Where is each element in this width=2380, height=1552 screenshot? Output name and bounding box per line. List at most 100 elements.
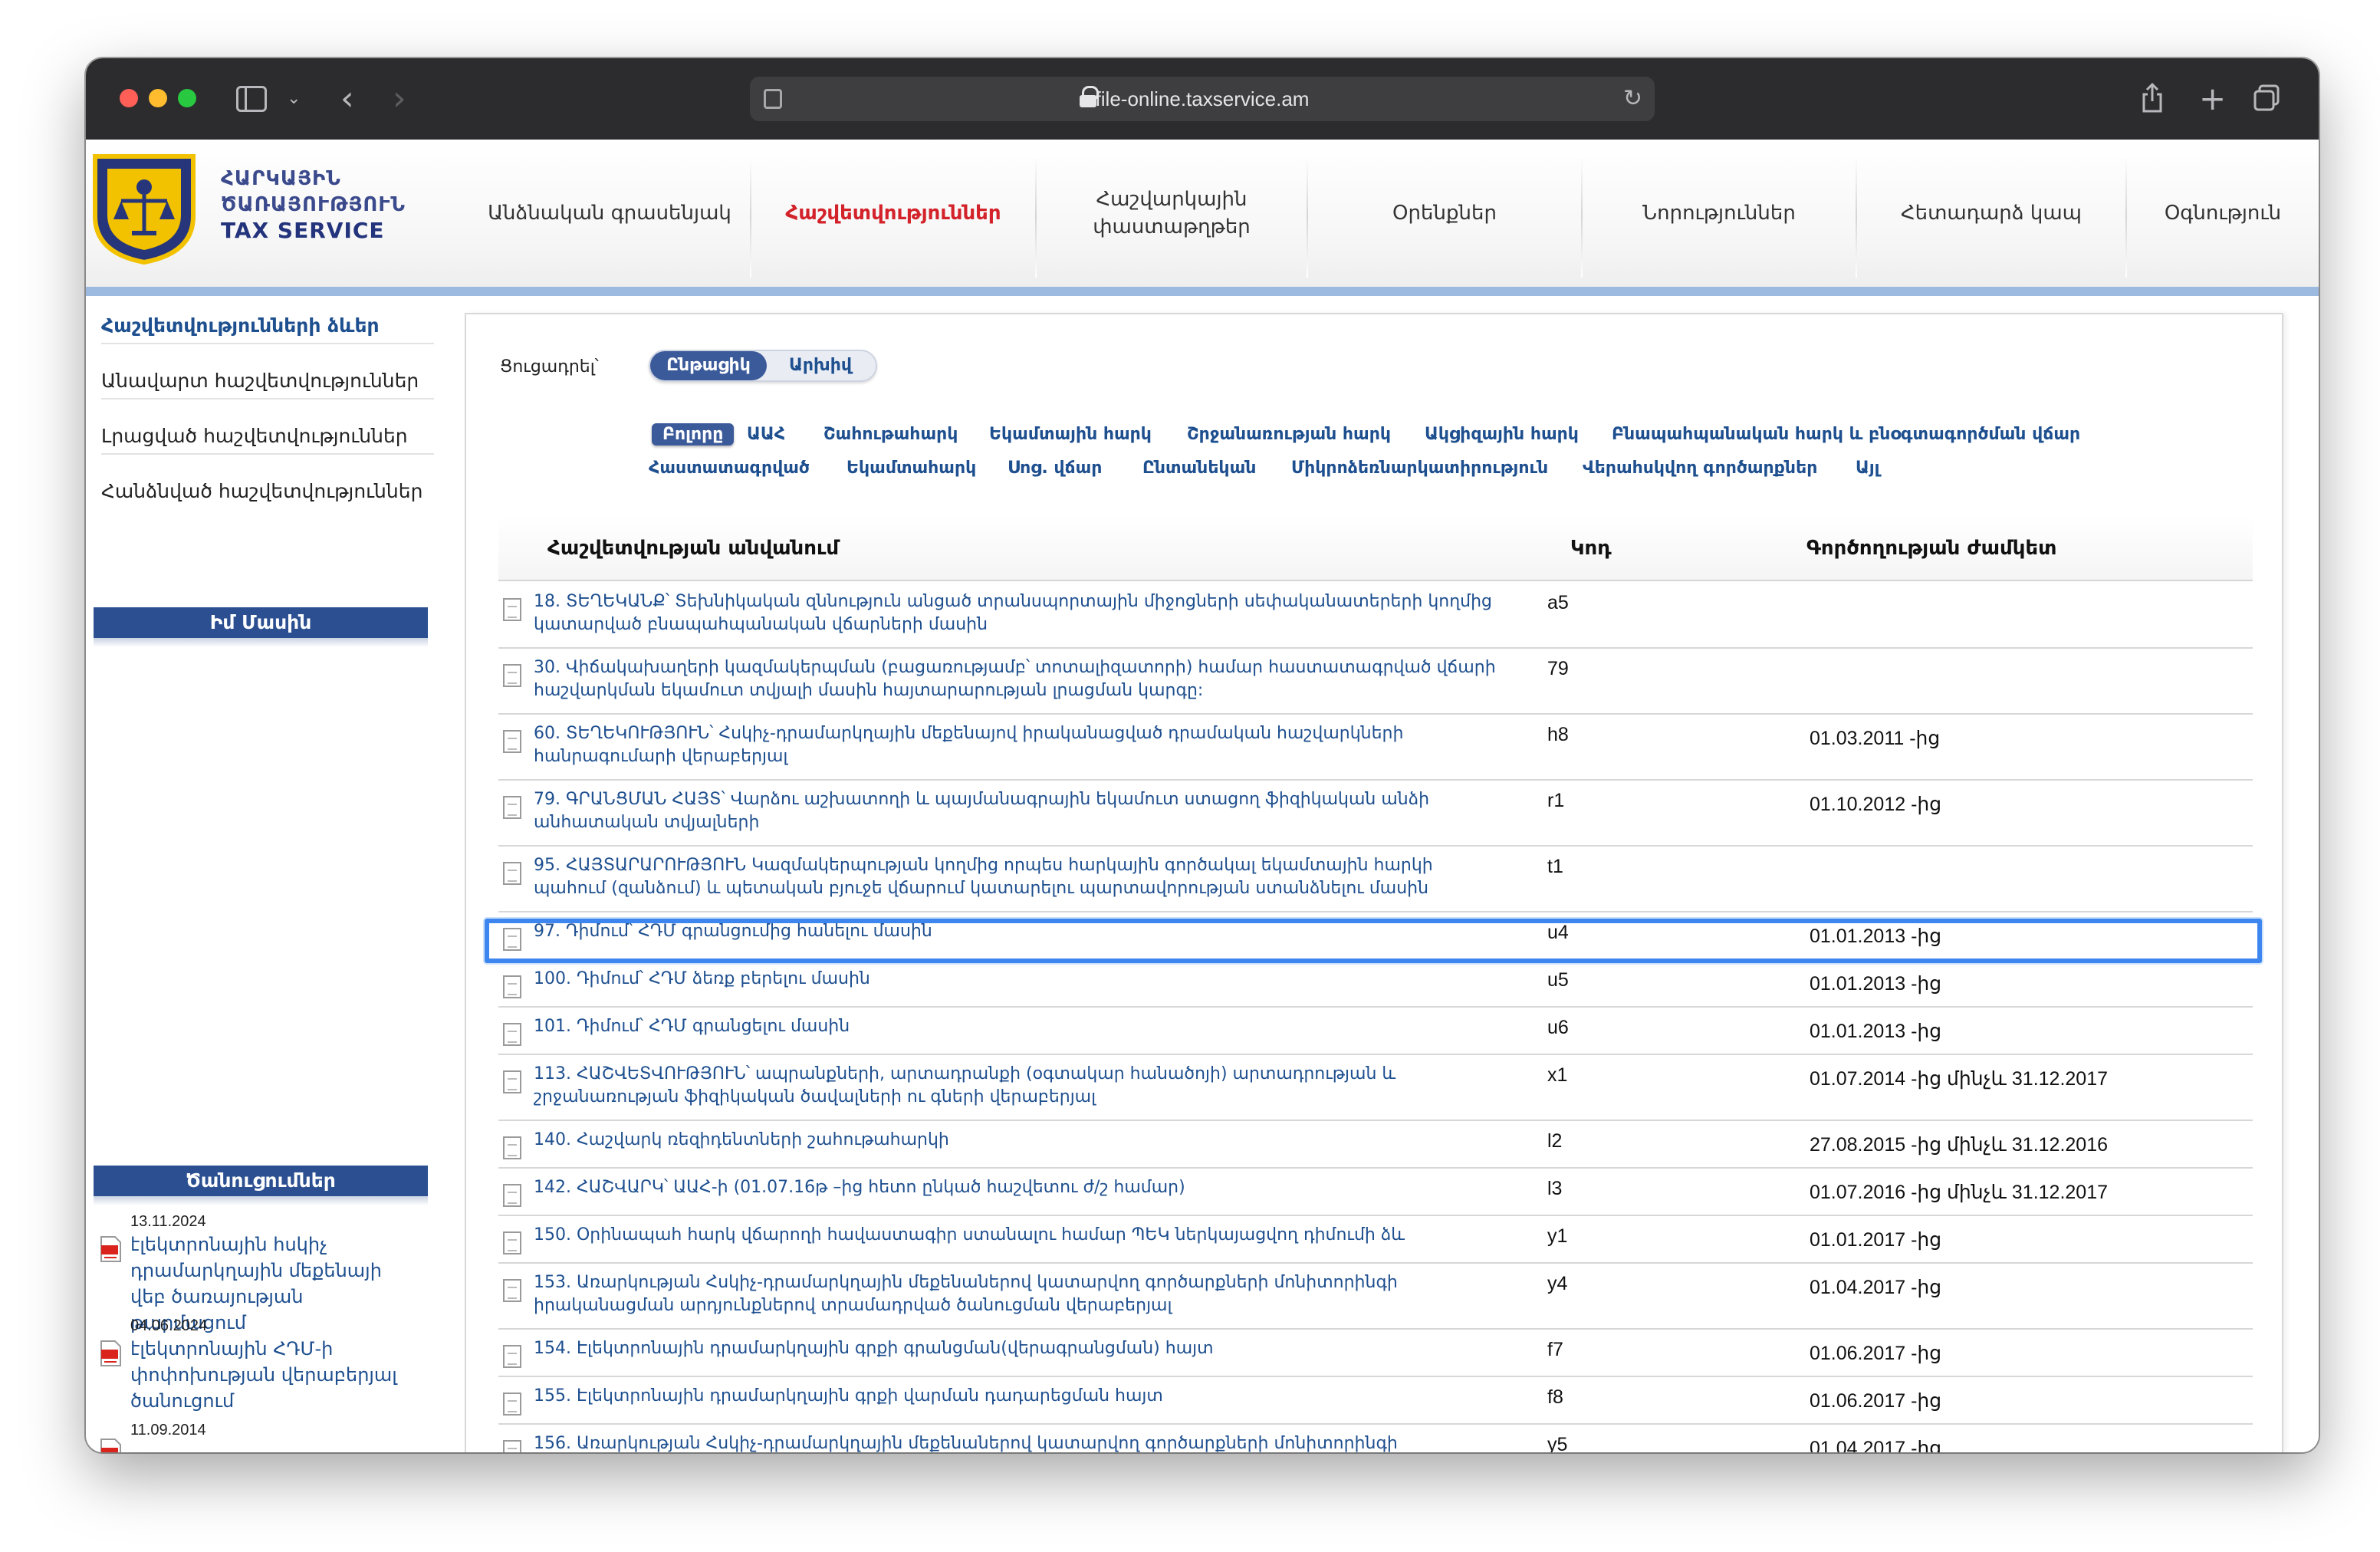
report-name-link[interactable]: 95. ՀԱՅՏԱՐԱՐՈՒԹՅՈՒՆ Կազմակերպության կողմ… [534,854,1500,900]
document-icon [503,1393,521,1416]
category-environmental-tax[interactable]: Բնապահպանական հարկ և բնօգտագործման վճար [1612,425,2080,444]
report-name-link[interactable]: 101. Դիմում՝ ՀԴՄ գրանցելու մասին [534,1015,1500,1038]
forward-button[interactable]: › [393,58,406,140]
table-row[interactable]: 153. Առարկության Հսկիչ-դրամարկղային մեքե… [498,1264,2253,1330]
reports-content: Ցուցադրել՝ Ընթացիկ Արխիվ Բոլորը ԱԱՀ Շահո… [465,313,2283,1452]
sidebar-link-submitted-reports[interactable]: Հանձնված հաշվետվություններ [101,480,434,508]
sidebar-link-unfinished-reports[interactable]: Անավարտ հաշվետվություններ [101,370,434,400]
tax-service-logo[interactable] [90,150,198,265]
table-row[interactable]: 100. Դիմում՝ ՀԴՄ ձեռք բերելու մասին u5 01.… [498,960,2253,1008]
minimize-window-button[interactable] [149,89,167,107]
address-bar[interactable]: file-online.taxservice.am ↻ [750,77,1655,121]
report-name-link[interactable]: 156. Առարկության Հսկիչ-դրամարկղային մեքե… [534,1432,1500,1452]
report-name-link[interactable]: 100. Դիմում՝ ՀԴՄ ձեռք բերելու մասին [534,968,1500,991]
report-name-link[interactable]: 113. ՀԱՇՎԵՏՎՈՒԹՅՈՒՆ՝ ապրանքների, արտադրա… [534,1063,1500,1109]
table-row[interactable]: 154. Էլեկտրոնային դրամարկղային գրքի գրան… [498,1330,2253,1377]
report-code: a5 [1547,592,1569,613]
site-name-line-3: TAX SERVICE [221,218,385,243]
report-period: 01.06.2017 -ից [1810,1390,1942,1412]
view-toggle: Ընթացիկ Արխիվ [649,350,877,382]
report-name-link[interactable]: 153. Առարկության Հսկիչ-դրամարկղային մեքե… [534,1271,1500,1317]
nav-personal-office[interactable]: Անձնական գրասենյակ [469,140,750,287]
table-row[interactable]: 95. ՀԱՅՏԱՐԱՐՈՒԹՅՈՒՆ Կազմակերպության կողմ… [498,847,2253,912]
chevron-down-icon[interactable]: ⌄ [287,58,301,140]
table-row[interactable]: 18. ՏԵՂԵԿԱՆՔ՝ Տեխնիկական զննություն անցա… [498,583,2253,649]
table-row[interactable]: 142. ՀԱՇՎԱՐԿ՝ ԱԱՀ-ի (01.07.16թ –ից հետո … [498,1169,2253,1216]
toggle-archive-button[interactable]: Արխիվ [767,351,874,380]
close-window-button[interactable] [120,89,138,107]
back-button[interactable]: ‹ [340,58,354,140]
report-name-link[interactable]: 140. Հաշվարկ ռեզիդենտների շահութահարկի [534,1129,1500,1152]
document-icon [503,862,521,885]
category-turnover-tax[interactable]: Շրջանառության հարկ [1187,425,1391,444]
column-header-code[interactable]: Կոդ [1570,515,1612,581]
table-row[interactable]: 155. Էլեկտրոնային դրամարկղային գրքի վարմ… [498,1377,2253,1425]
category-income-tax-2[interactable]: Եկամտահարկ [846,459,976,478]
toggle-current-button[interactable]: Ընթացիկ [650,351,767,380]
report-code: r1 [1547,790,1565,811]
about-me-header[interactable]: Իմ Մասին [94,607,428,638]
document-icon [503,1231,521,1254]
sidebar-icon[interactable] [236,86,267,112]
report-name-link[interactable]: 142. ՀԱՇՎԱՐԿ՝ ԱԱՀ-ի (01.07.16թ –ից հետո … [534,1176,1500,1199]
nav-help[interactable]: Օգնություն [2127,140,2319,287]
browser-window: ⌄ ‹ › file-online.taxservice.am ↻ + ՀԱՐԿ… [86,58,2319,1452]
report-name-link[interactable]: 60. ՏԵՂԵԿՈՒԹՅՈՒՆ՝ Հսկիչ-դրամարկղային մեք… [534,722,1500,768]
category-micro-business[interactable]: Միկրոձեռնարկատիրություն [1291,459,1548,478]
plus-icon[interactable]: + [2199,58,2226,140]
table-row[interactable]: 156. Առարկության Հսկիչ-դրամարկղային մեքե… [498,1425,2253,1452]
report-name-link[interactable]: 155. Էլեկտրոնային դրամարկղային գրքի վարմ… [534,1385,1500,1408]
nav-news[interactable]: Նորություններ [1583,140,1856,287]
zoom-window-button[interactable] [178,89,196,107]
document-icon [503,796,521,819]
share-icon[interactable] [2141,58,2164,146]
table-row[interactable]: 79. ԳՐԱՆՑՄԱՆ ՀԱՅՏ՝ Վարձու աշխատողի և պայ… [498,781,2253,847]
pdf-icon [100,1236,121,1262]
tabs-overview-icon[interactable] [2253,58,2280,144]
report-name-link[interactable]: 30. Վիճակախաղերի կազմակերպման (բացառությ… [534,656,1500,702]
report-period: 01.10.2012 -ից [1810,794,1942,815]
category-family[interactable]: Ընտանեկան [1142,459,1256,478]
nav-calculation-docs[interactable]: Հաշվարկային փաստաթղթեր [1037,140,1307,287]
table-header: Հաշվետվության անվանում Կոդ Գործողության … [498,515,2253,581]
pdf-icon [100,1439,121,1452]
column-header-period[interactable]: Գործողության ժամկետ [1806,515,2056,581]
sidebar-link-report-forms[interactable]: Հաշվետվությունների ձևեր [101,314,434,344]
category-fixed-payment[interactable]: Հաստատագրված [649,459,810,478]
column-header-name[interactable]: Հաշվետվության անվանում [547,515,839,581]
show-label: Ցուցադրել՝ [500,357,599,376]
report-name-link[interactable]: 79. ԳՐԱՆՑՄԱՆ ՀԱՅՏ՝ Վարձու աշխատողի և պայ… [534,788,1500,834]
category-other[interactable]: Այլ [1856,459,1880,478]
report-name-link[interactable]: 154. Էլեկտրոնային դրամարկղային գրքի գրան… [534,1337,1500,1360]
reload-icon[interactable]: ↻ [1623,77,1642,121]
nav-laws[interactable]: Օրենքներ [1308,140,1581,287]
table-row[interactable]: 101. Դիմում՝ ՀԴՄ գրանցելու մասին u6 01.01.… [498,1008,2253,1055]
table-row[interactable]: 113. ՀԱՇՎԵՏՎՈՒԹՅՈՒՆ՝ ապրանքների, արտադրա… [498,1055,2253,1121]
category-income-tax[interactable]: Եկամտային հարկ [989,425,1152,444]
category-all[interactable]: Բոլորը [652,423,735,446]
category-controlled-transactions[interactable]: Վերահսկվող գործարքներ [1583,459,1817,478]
table-row[interactable]: 60. ՏԵՂԵԿՈՒԹՅՈՒՆ՝ Հսկիչ-դրամարկղային մեք… [498,715,2253,781]
header-accent-bar [86,287,2319,296]
nav-feedback[interactable]: Հետադարձ կապ [1857,140,2125,287]
table-row[interactable]: 150. Օրինապահ հարկ վճարողի հավաստագիր ստ… [498,1216,2253,1264]
report-period: 01.07.2014 -ից մինչև 31.12.2017 [1810,1068,2109,1090]
report-code: y5 [1547,1434,1568,1452]
category-profit-tax[interactable]: Շահութահարկ [823,425,958,444]
url-text[interactable]: file-online.taxservice.am [750,77,1655,121]
sidebar-link-filled-reports[interactable]: Լրացված հաշվետվություններ [101,425,434,455]
table-row[interactable]: 30. Վիճակախաղերի կազմակերպման (բացառությ… [498,649,2253,715]
report-name-link[interactable]: 150. Օրինապահ հարկ վճարողի հավաստագիր ստ… [534,1224,1500,1247]
document-icon [503,730,521,753]
report-name-link[interactable]: 18. ՏԵՂԵԿԱՆՔ՝ Տեխնիկական զննություն անցա… [534,590,1500,636]
site-name: ՀԱՐԿԱՅԻՆ ԾԱՌԱՅՈՒԹՅՈՒՆ TAX SERVICE [221,166,420,244]
category-social-payment[interactable]: Սոց. վճար [1008,459,1102,478]
nav-reports[interactable]: Հաշվետվություններ [751,140,1035,287]
category-excise-tax[interactable]: Ակցիզային հարկ [1425,425,1579,444]
category-vat[interactable]: ԱԱՀ [747,425,785,444]
document-icon [503,1345,521,1368]
table-row[interactable]: 140. Հաշվարկ ռեզիդենտների շահութահարկի l2… [498,1121,2253,1169]
site-header: ՀԱՐԿԱՅԻՆ ԾԱՌԱՅՈՒԹՅՈՒՆ TAX SERVICE Անձնակ… [86,140,2319,287]
notice-link[interactable]: էլեկտրոնային ՀԴՄ-ի փոփոխության վերաբերյա… [130,1336,422,1414]
document-icon [503,1440,521,1452]
